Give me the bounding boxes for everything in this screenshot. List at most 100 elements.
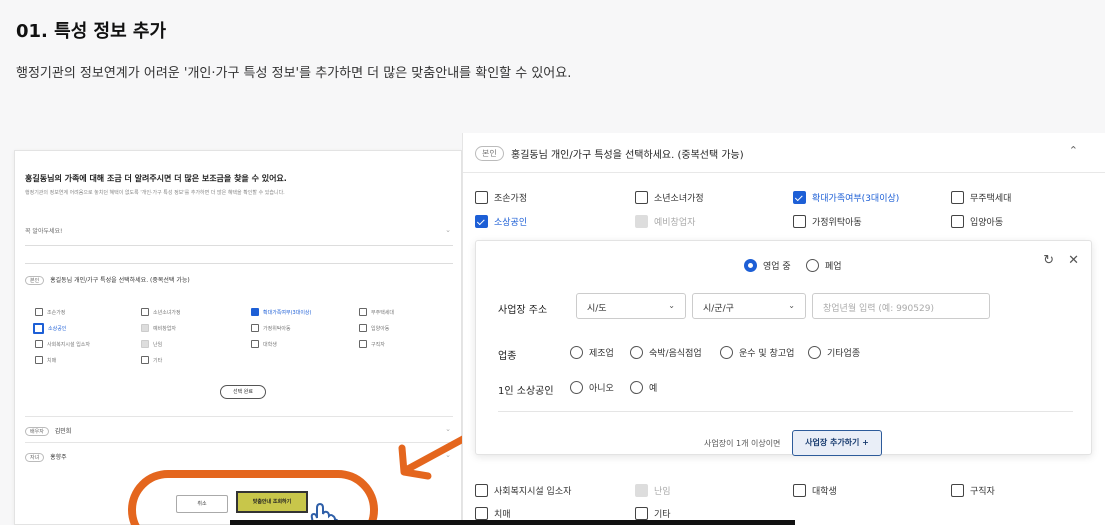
checkbox[interactable] xyxy=(251,308,259,316)
checkbox[interactable] xyxy=(141,324,149,332)
left-option[interactable]: 치매 xyxy=(35,356,56,364)
member-row-child[interactable]: 자녀 홍향주 ⌄ xyxy=(25,442,453,468)
page-subtitle: 행정기관의 정보연계가 어려운 '개인·가구 특성 정보'를 추가하면 더 많은… xyxy=(16,66,572,81)
checkbox[interactable] xyxy=(635,507,648,520)
industry-label: 업종 xyxy=(498,351,517,362)
option-item[interactable]: 기타 xyxy=(635,507,671,520)
checkbox[interactable] xyxy=(141,356,149,364)
option-item[interactable]: 확대가족여부(3대이상) xyxy=(793,191,899,204)
sigungu-select[interactable]: 시/군/구 ⌄ xyxy=(692,293,806,319)
add-business-note: 사업장이 1개 이상이면 xyxy=(704,439,781,448)
select-done-button[interactable]: 선택 완료 xyxy=(220,385,266,399)
member-row-spouse[interactable]: 배우자 김민희 ⌄ xyxy=(25,416,453,442)
checkbox[interactable] xyxy=(793,191,806,204)
business-detail-panel: 영업 중 폐업 ↻ ✕ 사업장 주소 시/도 ⌄ 시/군/구 ⌄ 창업년월 입력 (… xyxy=(475,240,1092,456)
option-item[interactable]: 소상공인 xyxy=(475,215,527,228)
founding-date-input[interactable]: 창업년월 입력 (예: 990529) xyxy=(812,293,990,319)
left-section-divider xyxy=(25,263,453,433)
option-item[interactable]: 무주택세대 xyxy=(951,191,1011,204)
left-option[interactable]: 무주택세대 xyxy=(359,308,394,316)
left-section-header: 본인 홍길동님 개인/가구 특성을 선택하세요. (중복선택 가능) xyxy=(25,275,190,285)
left-option[interactable]: 기타 xyxy=(141,356,162,364)
checkbox[interactable] xyxy=(359,340,367,348)
left-notice-label: 꼭 알아두세요! xyxy=(25,228,63,235)
left-notice-row[interactable]: 꼭 알아두세요! ⌄ xyxy=(25,216,453,246)
checkbox[interactable] xyxy=(251,340,259,348)
checkbox[interactable] xyxy=(635,191,648,204)
left-option[interactable]: 예비창업자 xyxy=(141,324,176,332)
left-option[interactable]: 사회복지시설 입소자 xyxy=(35,340,90,348)
checkbox[interactable] xyxy=(359,324,367,332)
checkbox[interactable] xyxy=(635,215,648,228)
industry-radio[interactable]: 운수 및 창고업 xyxy=(720,346,794,359)
option-item[interactable]: 대학생 xyxy=(793,484,837,497)
right-section-title: 홍길동님 개인/가구 특성을 선택하세요. (중복선택 가능) xyxy=(511,150,744,161)
left-option[interactable]: 가정위탁아동 xyxy=(251,324,291,332)
option-item[interactable]: 예비창업자 xyxy=(635,215,695,228)
checkbox[interactable] xyxy=(475,215,488,228)
left-section-title: 홍길동님 개인/가구 특성을 선택하세요. (중복선택 가능) xyxy=(50,277,190,284)
left-section-badge: 본인 xyxy=(25,276,45,285)
left-option[interactable]: 확대가족여부(3대이상) xyxy=(251,308,311,316)
checkbox[interactable] xyxy=(475,484,488,497)
checkbox[interactable] xyxy=(951,215,964,228)
checkbox[interactable] xyxy=(141,340,149,348)
checkbox[interactable] xyxy=(359,308,367,316)
add-business-button[interactable]: 사업장 추가하기 + xyxy=(792,430,882,456)
industry-radio[interactable]: 기타업종 xyxy=(808,346,860,359)
view-recommendations-button[interactable]: 맞춤안내 조회하기 xyxy=(236,491,308,513)
panel-actions: ↻ ✕ xyxy=(1043,253,1079,268)
option-item[interactable]: 구직자 xyxy=(951,484,995,497)
address-label: 사업장 주소 xyxy=(498,305,548,316)
sido-select[interactable]: 시/도 ⌄ xyxy=(576,293,686,319)
option-item[interactable]: 입양아동 xyxy=(951,215,1003,228)
checkbox[interactable] xyxy=(35,356,43,364)
left-option[interactable]: 소년소녀가정 xyxy=(141,308,181,316)
radio[interactable] xyxy=(806,259,819,272)
left-option[interactable]: 대학생 xyxy=(251,340,277,348)
checkbox[interactable] xyxy=(141,308,149,316)
checkbox[interactable] xyxy=(35,340,43,348)
video-bottom-bar xyxy=(230,520,795,525)
industry-radio[interactable]: 숙박/음식점업 xyxy=(630,346,702,359)
checkbox[interactable] xyxy=(793,215,806,228)
status-closed-radio[interactable]: 폐업 xyxy=(806,259,842,272)
checkbox[interactable] xyxy=(951,484,964,497)
status-open-radio[interactable]: 영업 중 xyxy=(744,259,791,272)
left-option[interactable]: 구직자 xyxy=(359,340,385,348)
checkbox[interactable] xyxy=(793,484,806,497)
chevron-down-icon: ⌄ xyxy=(788,301,795,310)
checkbox[interactable] xyxy=(635,484,648,497)
option-item[interactable]: 가정위탁아동 xyxy=(793,215,862,228)
solo-yes-radio[interactable]: 예 xyxy=(630,381,657,394)
option-item[interactable]: 난임 xyxy=(635,484,671,497)
checkbox[interactable] xyxy=(951,191,964,204)
chevron-down-icon: ⌄ xyxy=(445,226,451,234)
option-item[interactable]: 소년소녀가정 xyxy=(635,191,704,204)
cancel-button[interactable]: 취소 xyxy=(176,495,228,513)
checkbox[interactable] xyxy=(33,323,44,334)
refresh-icon[interactable]: ↻ xyxy=(1043,253,1054,268)
checkbox[interactable] xyxy=(475,507,488,520)
option-item[interactable]: 사회복지시설 입소자 xyxy=(475,484,571,497)
checkbox[interactable] xyxy=(251,324,259,332)
close-icon[interactable]: ✕ xyxy=(1068,253,1079,268)
left-question: 홍길동님의 가족에 대해 조금 더 알려주시면 더 많은 보조금을 찾을 수 있… xyxy=(25,174,287,183)
right-section-header[interactable]: 본인 홍길동님 개인/가구 특성을 선택하세요. (중복선택 가능) ⌃ xyxy=(463,133,1105,173)
left-option[interactable]: 조손가정 xyxy=(35,308,65,316)
page-title: 01. 특성 정보 추가 xyxy=(16,21,167,42)
checkbox[interactable] xyxy=(35,308,43,316)
left-option[interactable]: 입양아동 xyxy=(359,324,389,332)
option-item[interactable]: 치매 xyxy=(475,507,511,520)
solo-no-radio[interactable]: 아니오 xyxy=(570,381,614,394)
right-form-panel: 본인 홍길동님 개인/가구 특성을 선택하세요. (중복선택 가능) ⌃ 조손가… xyxy=(462,133,1105,525)
left-option[interactable]: 난임 xyxy=(141,340,162,348)
industry-radio[interactable]: 제조업 xyxy=(570,346,614,359)
checkbox[interactable] xyxy=(475,191,488,204)
option-item[interactable]: 조손가정 xyxy=(475,191,527,204)
radio[interactable] xyxy=(744,259,757,272)
solo-owner-label: 1인 소상공인 xyxy=(498,386,554,397)
chevron-up-icon[interactable]: ⌃ xyxy=(1069,144,1078,157)
left-description: 행정기관의 정보연계 어려움으로 놓치던 혜택이 없도록 '개인·가구 특성 정… xyxy=(25,190,285,196)
left-option-highlighted[interactable]: 소상공인 xyxy=(33,323,66,334)
